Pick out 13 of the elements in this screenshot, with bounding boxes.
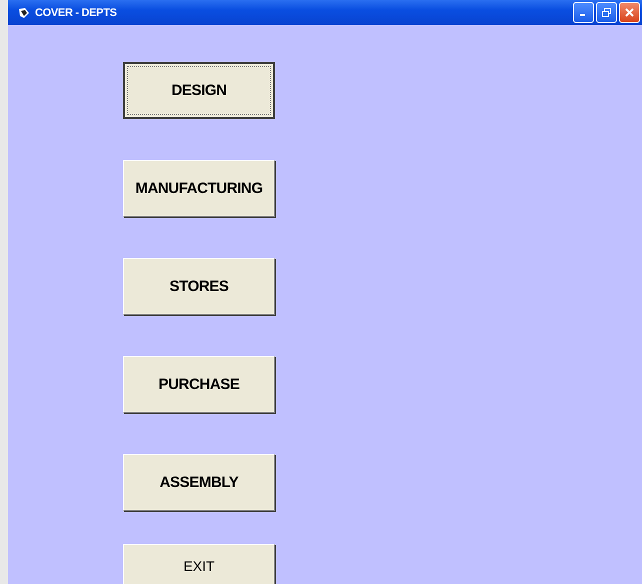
department-button[interactable]: PURCHASE bbox=[123, 356, 275, 413]
window-title: COVER - DEPTS bbox=[35, 6, 118, 18]
exit-button[interactable]: EXIT bbox=[123, 544, 275, 584]
close-button[interactable] bbox=[619, 2, 640, 23]
restore-button[interactable] bbox=[596, 2, 617, 23]
department-button[interactable]: MANUFACTURING bbox=[123, 160, 275, 217]
app-icon bbox=[18, 6, 30, 18]
minimize-button[interactable] bbox=[573, 2, 594, 23]
department-button[interactable]: ASSEMBLY bbox=[123, 454, 275, 511]
department-button[interactable]: DESIGN bbox=[123, 62, 275, 119]
department-button[interactable]: STORES bbox=[123, 258, 275, 315]
restore-icon bbox=[601, 7, 612, 18]
close-icon bbox=[624, 7, 635, 18]
